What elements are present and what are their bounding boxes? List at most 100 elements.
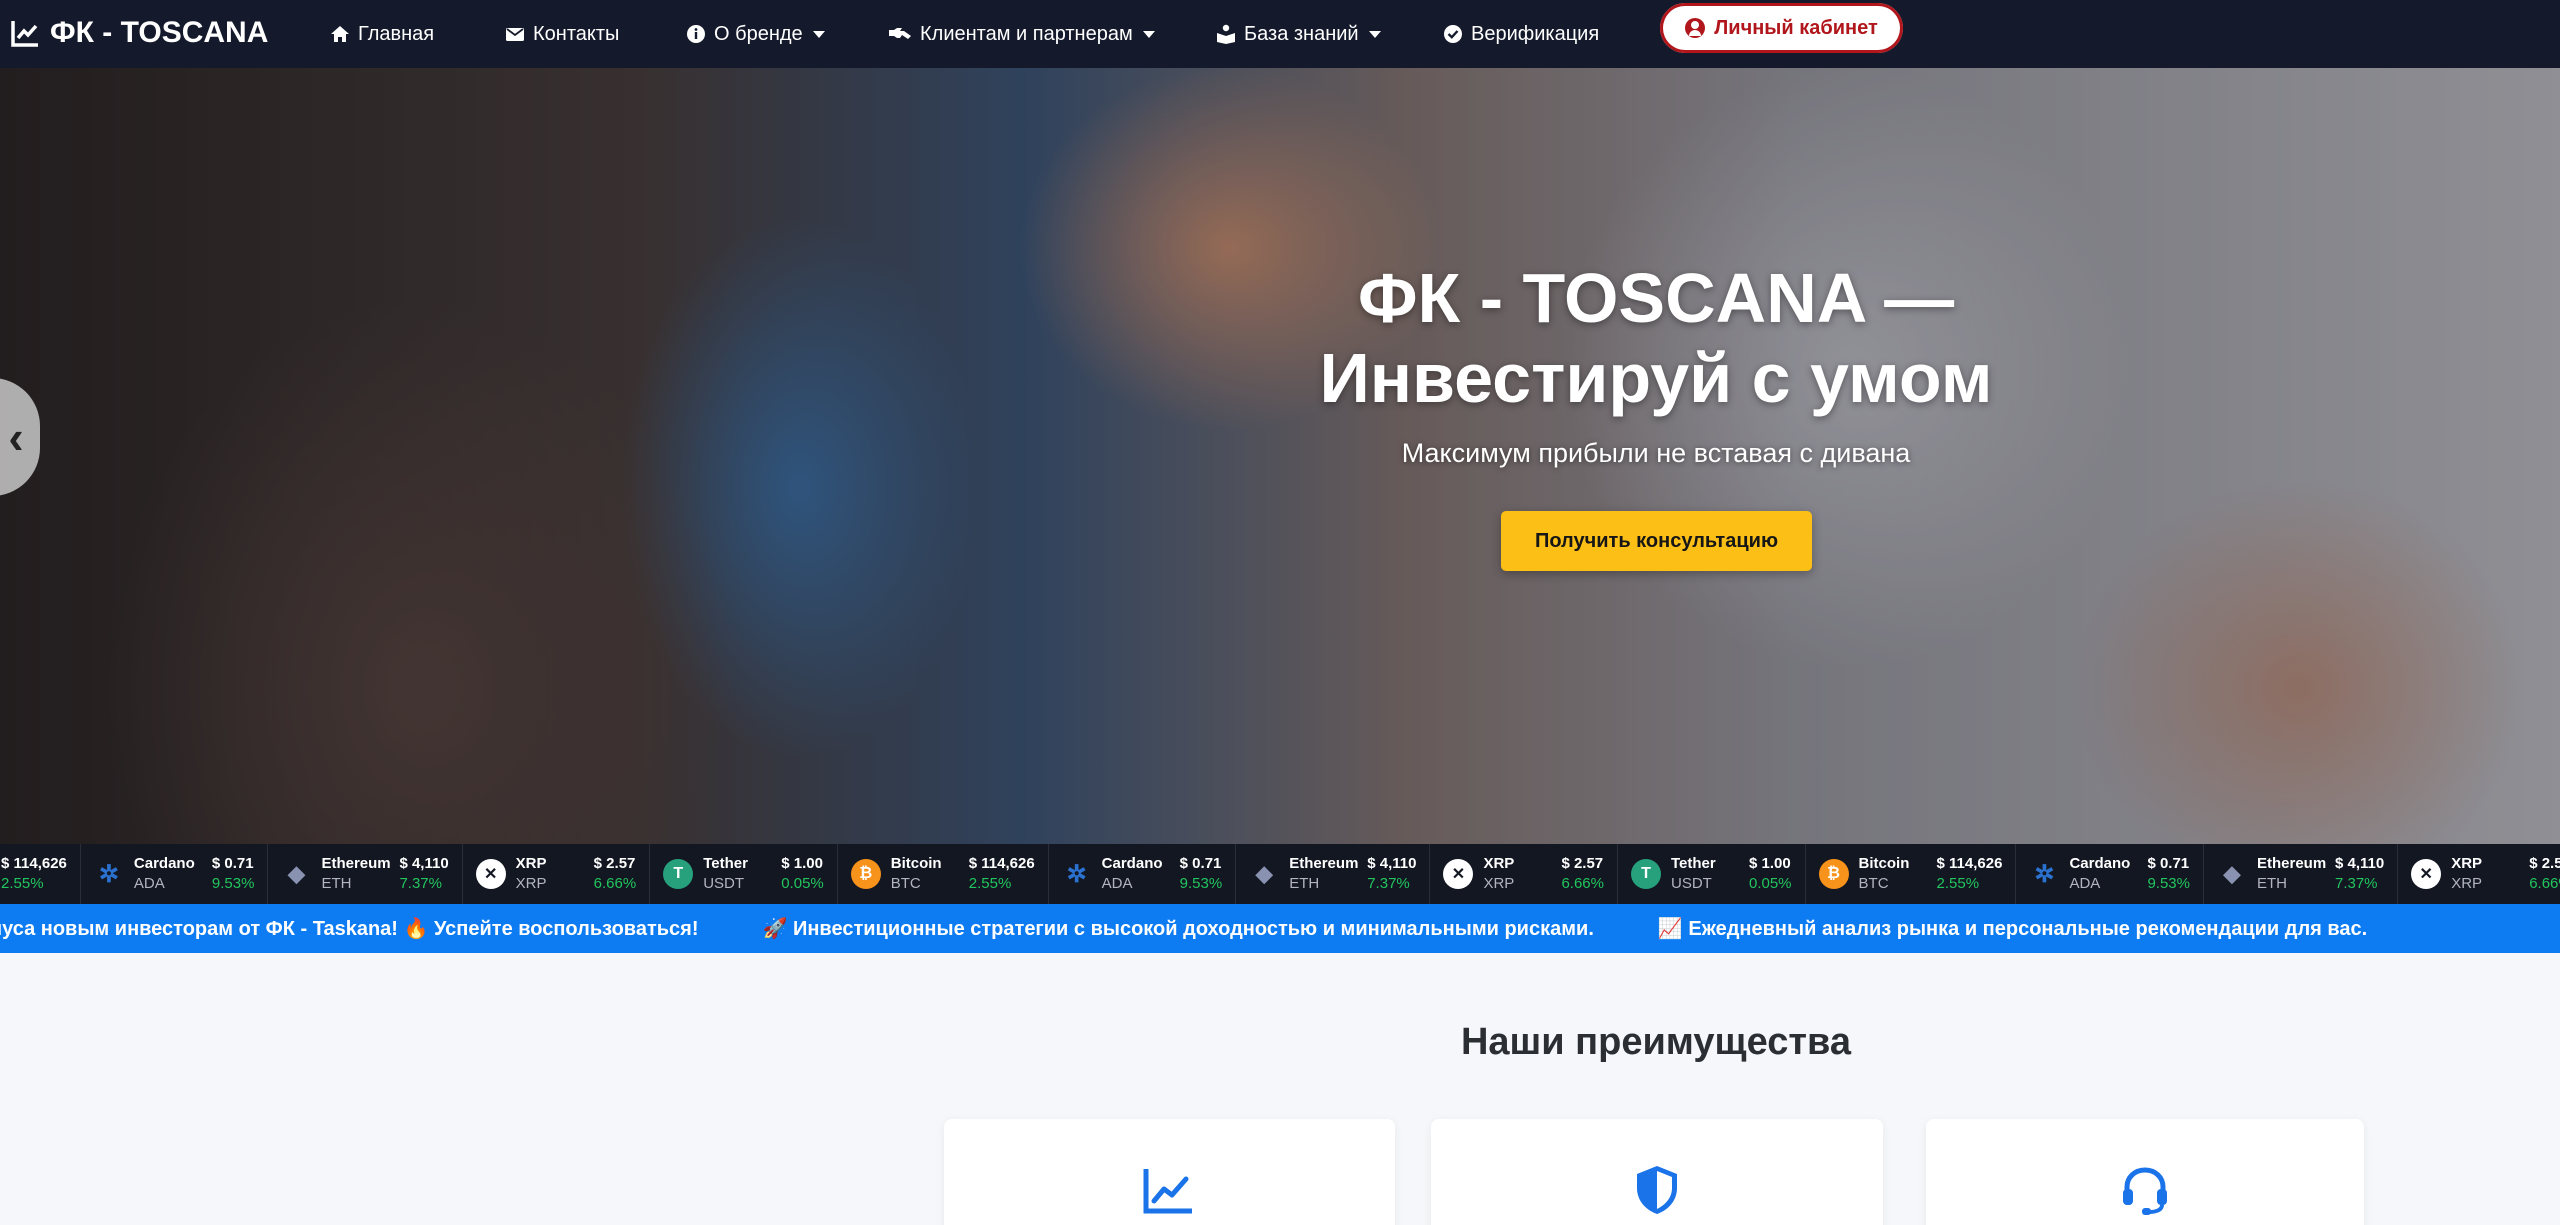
coin-names: Ethereum ETH bbox=[1289, 854, 1367, 894]
tether-icon: T bbox=[663, 859, 694, 889]
coin-price: $ 114,626 bbox=[1, 855, 67, 872]
coin-change: 0.05% bbox=[781, 875, 824, 892]
advantages-section: Наши преимущества bbox=[0, 953, 2560, 1225]
bitcoin-icon: ₿ bbox=[850, 859, 881, 889]
ticker-coin-item[interactable]: ✕ XRP XRP $ 2.57 6.66% bbox=[2398, 844, 2560, 904]
coin-values: $ 0.71 9.53% bbox=[212, 854, 255, 894]
ticker-coin-item[interactable]: ✲ Cardano ADA $ 0.71 9.53% bbox=[1049, 844, 1237, 904]
book-reader-icon bbox=[1217, 24, 1235, 44]
xrp-icon: ✕ bbox=[475, 859, 506, 889]
bitcoin-icon: ₿ bbox=[1818, 859, 1849, 889]
brand-logo[interactable]: ФК - TOSCANA bbox=[10, 8, 268, 58]
coin-names: Cardano ADA bbox=[2069, 854, 2147, 894]
coin-change: 6.66% bbox=[1561, 875, 1604, 892]
ticker-coin-item[interactable]: ₿BitcoinBTC$ 114,6262.55% bbox=[838, 844, 1049, 904]
coin-price: $ 1.00 bbox=[1748, 855, 1791, 872]
chevron-down-icon bbox=[1368, 30, 1381, 38]
coin-name: Cardano bbox=[2069, 855, 2131, 872]
coin-change: 9.53% bbox=[2147, 875, 2190, 892]
nav-item-knowledge-base[interactable]: База знаний bbox=[1216, 12, 1381, 56]
user-circle-icon bbox=[1685, 18, 1706, 38]
ticker-coin-item[interactable]: ◆ Ethereum ETH $ 4,110 7.37% bbox=[1236, 844, 1431, 904]
ticker-coin-item[interactable]: ✲ Cardano ADA $ 0.71 9.53% bbox=[2016, 844, 2204, 904]
coin-values: $ 4,110 7.37% bbox=[399, 854, 448, 894]
personal-cabinet-button[interactable]: Личный кабинет bbox=[1660, 3, 1903, 53]
advantages-title: Наши преимущества bbox=[1460, 1021, 1851, 1063]
coin-values: $ 0.71 9.53% bbox=[2147, 854, 2190, 894]
ticker-coin-item[interactable]: ✕ XRP XRP $ 2.57 6.66% bbox=[463, 844, 651, 904]
nav-item-label: Контакты bbox=[533, 22, 620, 45]
nav-item-clients-partners[interactable]: Клиентам и партнерам bbox=[888, 12, 1155, 56]
hero-subtitle: Максимум прибыли не вставая с дивана bbox=[1401, 438, 1911, 468]
coin-change: 6.66% bbox=[593, 875, 637, 892]
ticker-coin-item[interactable]: ◆ Ethereum ETH $ 4,110 7.37% bbox=[268, 844, 463, 904]
coin-name: Ethereum bbox=[2256, 855, 2327, 872]
coin-names: Cardano ADA bbox=[134, 854, 212, 894]
shield-icon bbox=[1637, 1166, 1677, 1214]
coin-change: 0.05% bbox=[1748, 875, 1792, 892]
hero-title: ФК - TOSCANA — Инвестируй с умом bbox=[1200, 258, 2112, 418]
nav-item-label: Главная bbox=[358, 22, 435, 45]
ticker-coin-item[interactable]: ₿ BitcoinBTC$ 114,6262.55% bbox=[1806, 844, 2017, 904]
coin-symbol: ADA bbox=[1101, 875, 1133, 892]
coin-values: $ 0.71 9.53% bbox=[1180, 854, 1223, 894]
nav-item-verification[interactable]: Верификация bbox=[1443, 12, 1599, 56]
info-icon bbox=[687, 25, 705, 43]
coin-price: $ 0.71 bbox=[1179, 855, 1222, 872]
headset-icon bbox=[2123, 1167, 2167, 1215]
coin-symbol: ETH bbox=[2256, 875, 2287, 892]
ethereum-icon: ◆ bbox=[1255, 861, 1273, 886]
get-consultation-button[interactable]: Получить консультацию bbox=[1501, 511, 1812, 571]
chevron-down-icon bbox=[812, 30, 825, 38]
coin-names: Bitcoin BTC bbox=[1859, 854, 1937, 894]
coin-symbol: ETH bbox=[1289, 875, 1320, 892]
nav-item-contacts[interactable]: Контакты bbox=[505, 12, 619, 56]
chart-line-icon bbox=[11, 21, 38, 47]
coin-change: 7.37% bbox=[2334, 875, 2378, 892]
coin-name: XRP bbox=[515, 855, 547, 872]
ticker-coin-item[interactable]: ✲ Cardano ADA $ 0.71 9.53% bbox=[81, 844, 269, 904]
coin-names: XRP XRP bbox=[516, 854, 594, 894]
coin-names: XRP XRP bbox=[2451, 854, 2529, 894]
coin-change: 2.55% bbox=[1936, 875, 1980, 892]
ticker-coin-item[interactable]: T Tether USDT $ 1.00 0.05% bbox=[1618, 844, 1806, 904]
handshake-icon bbox=[889, 28, 911, 39]
brand-name: ФК - TOSCANA bbox=[50, 16, 269, 49]
nav-item-home[interactable]: Главная bbox=[330, 12, 434, 56]
coin-values: $ 114,626 2.55% bbox=[1, 854, 67, 894]
coin-names: Bitcoin BTC bbox=[891, 854, 969, 894]
news-marquee: нуса новым инвесторам от ФК - Taskana! 🔥… bbox=[0, 904, 2560, 953]
ticker-coin-item[interactable]: ✕ XRP XRP $ 2.57 6.66% bbox=[1430, 844, 1618, 904]
nav-item-about-brand[interactable]: О бренде bbox=[686, 12, 825, 56]
coin-names: Ethereum ETH bbox=[321, 854, 399, 894]
coin-values: $ 2.57 6.66% bbox=[1561, 854, 1604, 894]
ethereum-icon: ◆ bbox=[287, 861, 305, 886]
coin-name: XRP bbox=[2451, 855, 2483, 872]
xrp-icon: ✕ bbox=[1443, 859, 1474, 889]
coin-name: Tether bbox=[703, 855, 748, 872]
coin-price: $ 2.57 bbox=[593, 855, 636, 872]
coin-name: Ethereum bbox=[321, 855, 391, 872]
coin-name: Cardano bbox=[133, 855, 195, 872]
crypto-ticker-track: ₿ Bitcoin BTC $ 114,626 2.55% ✲ Cardano ADA $ 0.… bbox=[0, 844, 2560, 904]
news-item: 📈 Ежедневный анализ рынка и персональные… bbox=[1657, 918, 2368, 940]
coin-values: $ 1.00 0.05% bbox=[781, 854, 824, 894]
coin-price: $ 2.57 bbox=[1561, 855, 1604, 872]
coin-symbol: ETH bbox=[321, 875, 352, 892]
coin-name: Cardano bbox=[1101, 855, 1163, 872]
coin-change: 7.37% bbox=[1367, 875, 1410, 892]
hero-title-line2: Инвестируй с умом bbox=[1319, 339, 1993, 417]
coin-symbol: XRP bbox=[2451, 875, 2483, 892]
coin-names: Tether USDT bbox=[1671, 854, 1749, 894]
chevron-down-icon bbox=[1142, 30, 1155, 38]
ticker-coin-item[interactable]: T Tether USDT $ 1.00 0.05% bbox=[650, 844, 838, 904]
ticker-coin-item[interactable]: ₿BitcoinBTC$ 114,6262.55% bbox=[0, 844, 81, 904]
ticker-coin-item[interactable]: ◆ Ethereum ETH $ 4,110 7.37% bbox=[2204, 844, 2399, 904]
coin-values: $ 114,626 2.55% bbox=[1937, 854, 2003, 894]
coin-name: Tether bbox=[1670, 855, 1716, 872]
coin-price: $ 0.71 bbox=[211, 855, 254, 872]
coin-names: Tether USDT bbox=[703, 854, 781, 894]
envelope-icon bbox=[506, 28, 524, 41]
coin-price: $ 2.57 bbox=[2529, 855, 2560, 872]
cardano-icon: ✲ bbox=[1066, 860, 1087, 888]
